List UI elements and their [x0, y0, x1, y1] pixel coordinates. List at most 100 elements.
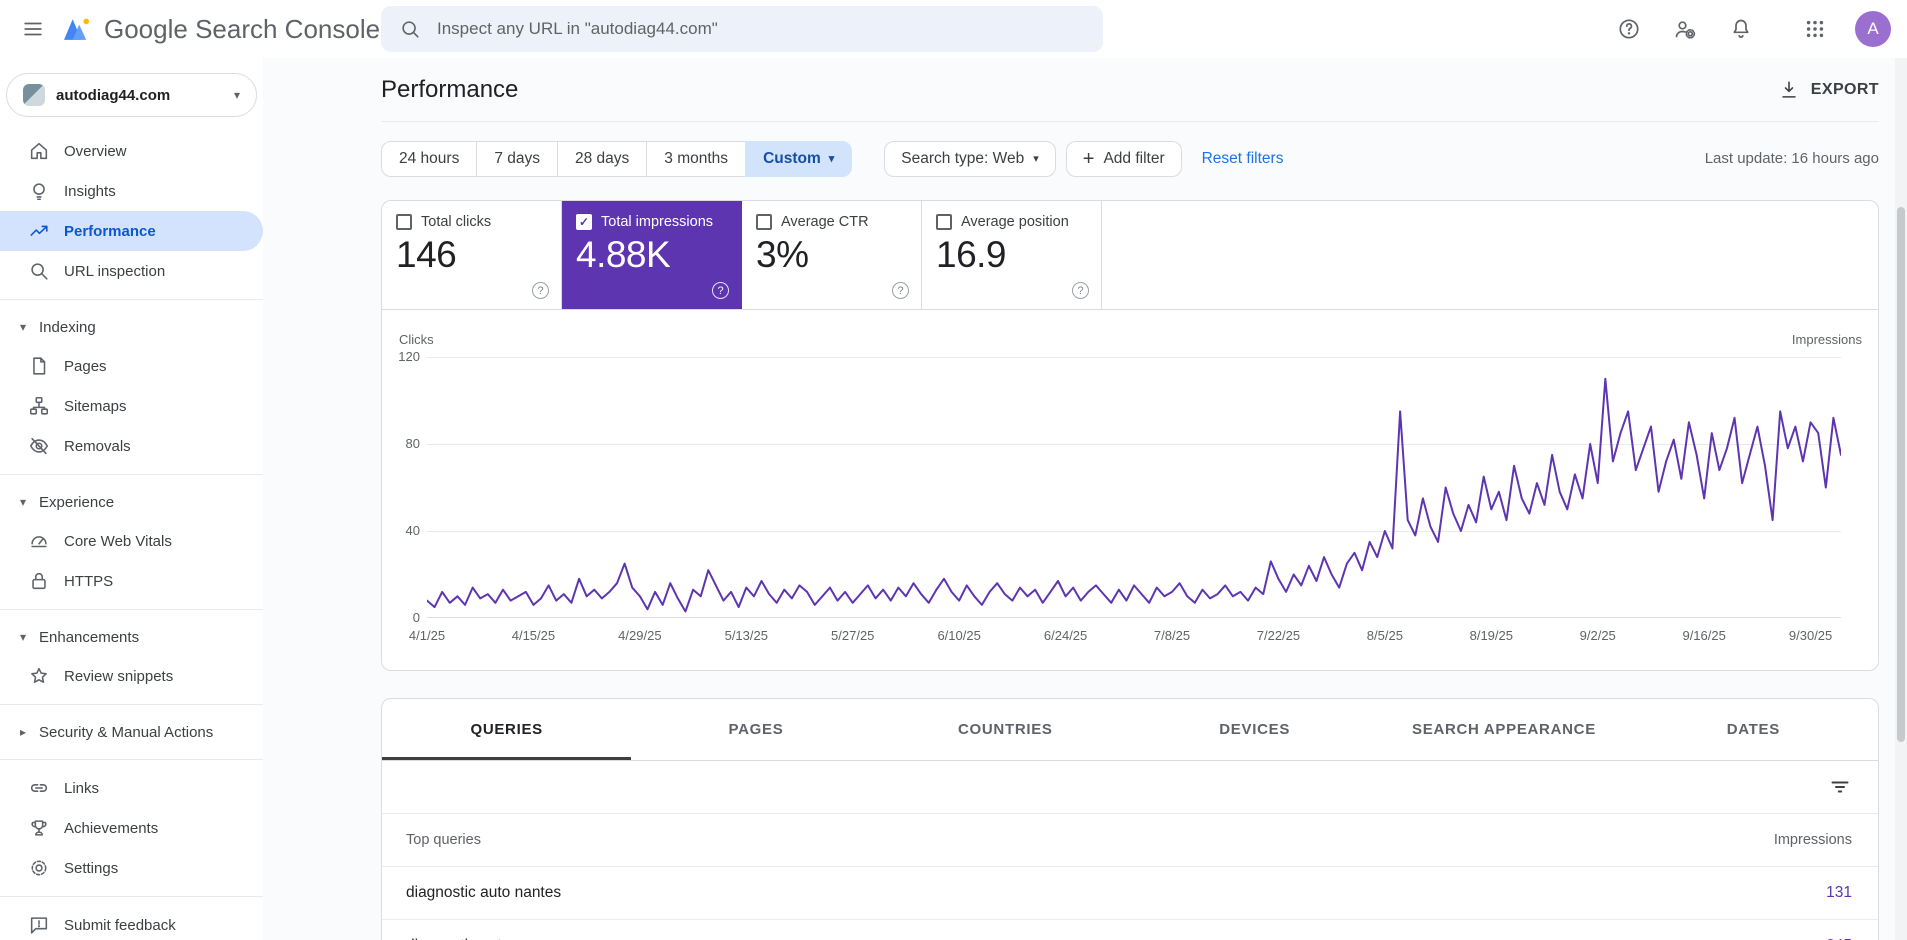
- chip-custom[interactable]: Custom ▾: [745, 140, 853, 177]
- vertical-scrollbar: [1895, 58, 1907, 940]
- tab-countries[interactable]: COUNTRIES: [881, 699, 1130, 760]
- tab-queries[interactable]: QUERIES: [382, 699, 632, 760]
- table-row[interactable]: diagnostic auto 245: [382, 920, 1878, 940]
- y-tick-label: 40: [405, 523, 420, 538]
- sidebar-section-label: Security & Manual Actions: [39, 723, 214, 741]
- sidebar-item-removals[interactable]: Removals: [0, 426, 263, 466]
- main-content: Performance EXPORT 24 hours 7 days 28 da…: [263, 58, 1907, 940]
- property-name: autodiag44.com: [56, 86, 171, 104]
- search-icon: [402, 21, 419, 38]
- sidebar-item-pages[interactable]: Pages: [0, 346, 263, 386]
- metric-value: 3%: [756, 234, 809, 275]
- scrollbar-thumb[interactable]: [1897, 207, 1905, 742]
- search-type-chip[interactable]: Search type: Web ▾: [884, 140, 1056, 177]
- y-axis-left-label: Clicks: [399, 332, 434, 347]
- property-selector[interactable]: autodiag44.com ▾: [6, 73, 257, 117]
- sidebar-item-https[interactable]: HTTPS: [0, 561, 263, 601]
- metric-label: Total impressions: [601, 214, 714, 230]
- chip-3-months[interactable]: 3 months: [646, 140, 747, 177]
- sidebar-item-label: Submit feedback: [64, 916, 176, 934]
- divider: [0, 299, 263, 300]
- date-range-chips: 24 hours 7 days 28 days 3 months Custom ▾: [381, 140, 853, 177]
- tab-pages[interactable]: PAGES: [631, 699, 880, 760]
- sidebar-item-url-inspection[interactable]: URL inspection: [0, 251, 263, 291]
- chip-28-days[interactable]: 28 days: [557, 140, 648, 177]
- tab-dates[interactable]: DATES: [1629, 699, 1878, 760]
- sidebar-item-label: Review snippets: [64, 667, 174, 685]
- sidebar-section-experience[interactable]: ▾ Experience: [0, 483, 263, 521]
- performance-chart-icon: [27, 220, 51, 242]
- sidebar-section-label: Experience: [39, 493, 115, 511]
- sidebar-item-sitemaps[interactable]: Sitemaps: [0, 386, 263, 426]
- metrics-spacer: [1102, 201, 1878, 309]
- notifications-bell-icon[interactable]: [1721, 9, 1761, 49]
- apps-grid-icon[interactable]: [1795, 9, 1835, 49]
- chip-24-hours[interactable]: 24 hours: [381, 140, 478, 177]
- sidebar-item-insights[interactable]: Insights: [0, 171, 263, 211]
- home-icon: [27, 140, 51, 162]
- help-icon[interactable]: ?: [712, 282, 729, 299]
- sidebar: autodiag44.com ▾ Overview Insights Perfo…: [0, 58, 263, 940]
- help-icon[interactable]: ?: [1072, 282, 1089, 299]
- metric-card-total-impressions[interactable]: Total impressions 4.88K ?: [562, 201, 742, 309]
- sidebar-item-review-snippets[interactable]: Review snippets: [0, 656, 263, 696]
- sidebar-section-security-manual-actions[interactable]: ▸ Security & Manual Actions: [0, 713, 263, 751]
- help-icon[interactable]: [1609, 9, 1649, 49]
- tab-search-appearance[interactable]: SEARCH APPEARANCE: [1379, 699, 1628, 760]
- divider: [0, 896, 263, 897]
- sidebar-item-settings[interactable]: Settings: [0, 848, 263, 888]
- app-logo: Google Search Console: [62, 14, 380, 45]
- sidebar-item-links[interactable]: Links: [0, 768, 263, 808]
- sidebar-item-achievements[interactable]: Achievements: [0, 808, 263, 848]
- sidebar-item-overview[interactable]: Overview: [0, 131, 263, 171]
- metric-checkbox[interactable]: [936, 214, 952, 230]
- sidebar-item-label: Overview: [64, 142, 127, 160]
- x-tick-label: 5/27/25: [831, 628, 875, 643]
- x-tick-label: 6/10/25: [937, 628, 981, 643]
- filters-bar: 24 hours 7 days 28 days 3 months Custom ▾…: [381, 140, 1879, 177]
- impressions-header[interactable]: Impressions: [1774, 832, 1852, 848]
- metric-checkbox[interactable]: [396, 214, 412, 230]
- table-row[interactable]: diagnostic auto nantes 131: [382, 867, 1878, 920]
- url-inspection-searchbar[interactable]: [381, 6, 1103, 52]
- help-icon[interactable]: ?: [532, 282, 549, 299]
- trophy-icon: [27, 817, 51, 839]
- lock-icon: [27, 570, 51, 592]
- sidebar-section-label: Enhancements: [39, 628, 140, 646]
- metric-card-average-position[interactable]: Average position 16.9 ?: [922, 201, 1102, 309]
- sidebar-item-label: URL inspection: [64, 262, 166, 280]
- sidebar-item-submit-feedback[interactable]: Submit feedback: [0, 905, 263, 940]
- add-filter-chip[interactable]: + Add filter: [1065, 140, 1182, 177]
- manage-accounts-icon[interactable]: [1665, 9, 1705, 49]
- x-tick-label: 5/13/25: [724, 628, 768, 643]
- sidebar-item-core-web-vitals[interactable]: Core Web Vitals: [0, 521, 263, 561]
- avatar[interactable]: A: [1855, 11, 1891, 47]
- y-axis-right-label: Impressions: [1791, 332, 1862, 347]
- chip-7-days[interactable]: 7 days: [476, 140, 558, 177]
- sidebar-item-performance[interactable]: Performance: [0, 211, 263, 251]
- help-icon[interactable]: ?: [892, 282, 909, 299]
- metric-checkbox[interactable]: [756, 214, 772, 230]
- sidebar-item-label: Achievements: [64, 819, 159, 837]
- metric-card-average-ctr[interactable]: Average CTR 3% ?: [742, 201, 922, 309]
- sidebar-item-label: Links: [64, 779, 100, 797]
- divider: [0, 704, 263, 705]
- metric-cards-row: Total clicks 146 ? Total impressions 4.8…: [382, 201, 1878, 310]
- filter-list-icon[interactable]: [1828, 775, 1852, 799]
- topbar: Google Search Console A: [0, 0, 1907, 58]
- menu-icon[interactable]: [10, 6, 56, 52]
- sidebar-section-enhancements[interactable]: ▾ Enhancements: [0, 618, 263, 656]
- metric-card-total-clicks[interactable]: Total clicks 146 ?: [382, 201, 562, 309]
- plot-region[interactable]: [427, 357, 1841, 618]
- tab-devices[interactable]: DEVICES: [1130, 699, 1379, 760]
- last-update-text: Last update: 16 hours ago: [1704, 150, 1879, 167]
- reset-filters-link[interactable]: Reset filters: [1202, 150, 1284, 168]
- sidebar-section-indexing[interactable]: ▾ Indexing: [0, 308, 263, 346]
- url-inspect-input[interactable]: [435, 18, 1085, 40]
- metric-value: 16.9: [936, 234, 1007, 275]
- magnifier-icon: [27, 260, 51, 282]
- metric-checkbox[interactable]: [576, 214, 592, 230]
- x-tick-label: 4/1/25: [408, 628, 446, 643]
- export-button[interactable]: EXPORT: [1778, 79, 1879, 101]
- metric-label: Average CTR: [781, 214, 869, 230]
